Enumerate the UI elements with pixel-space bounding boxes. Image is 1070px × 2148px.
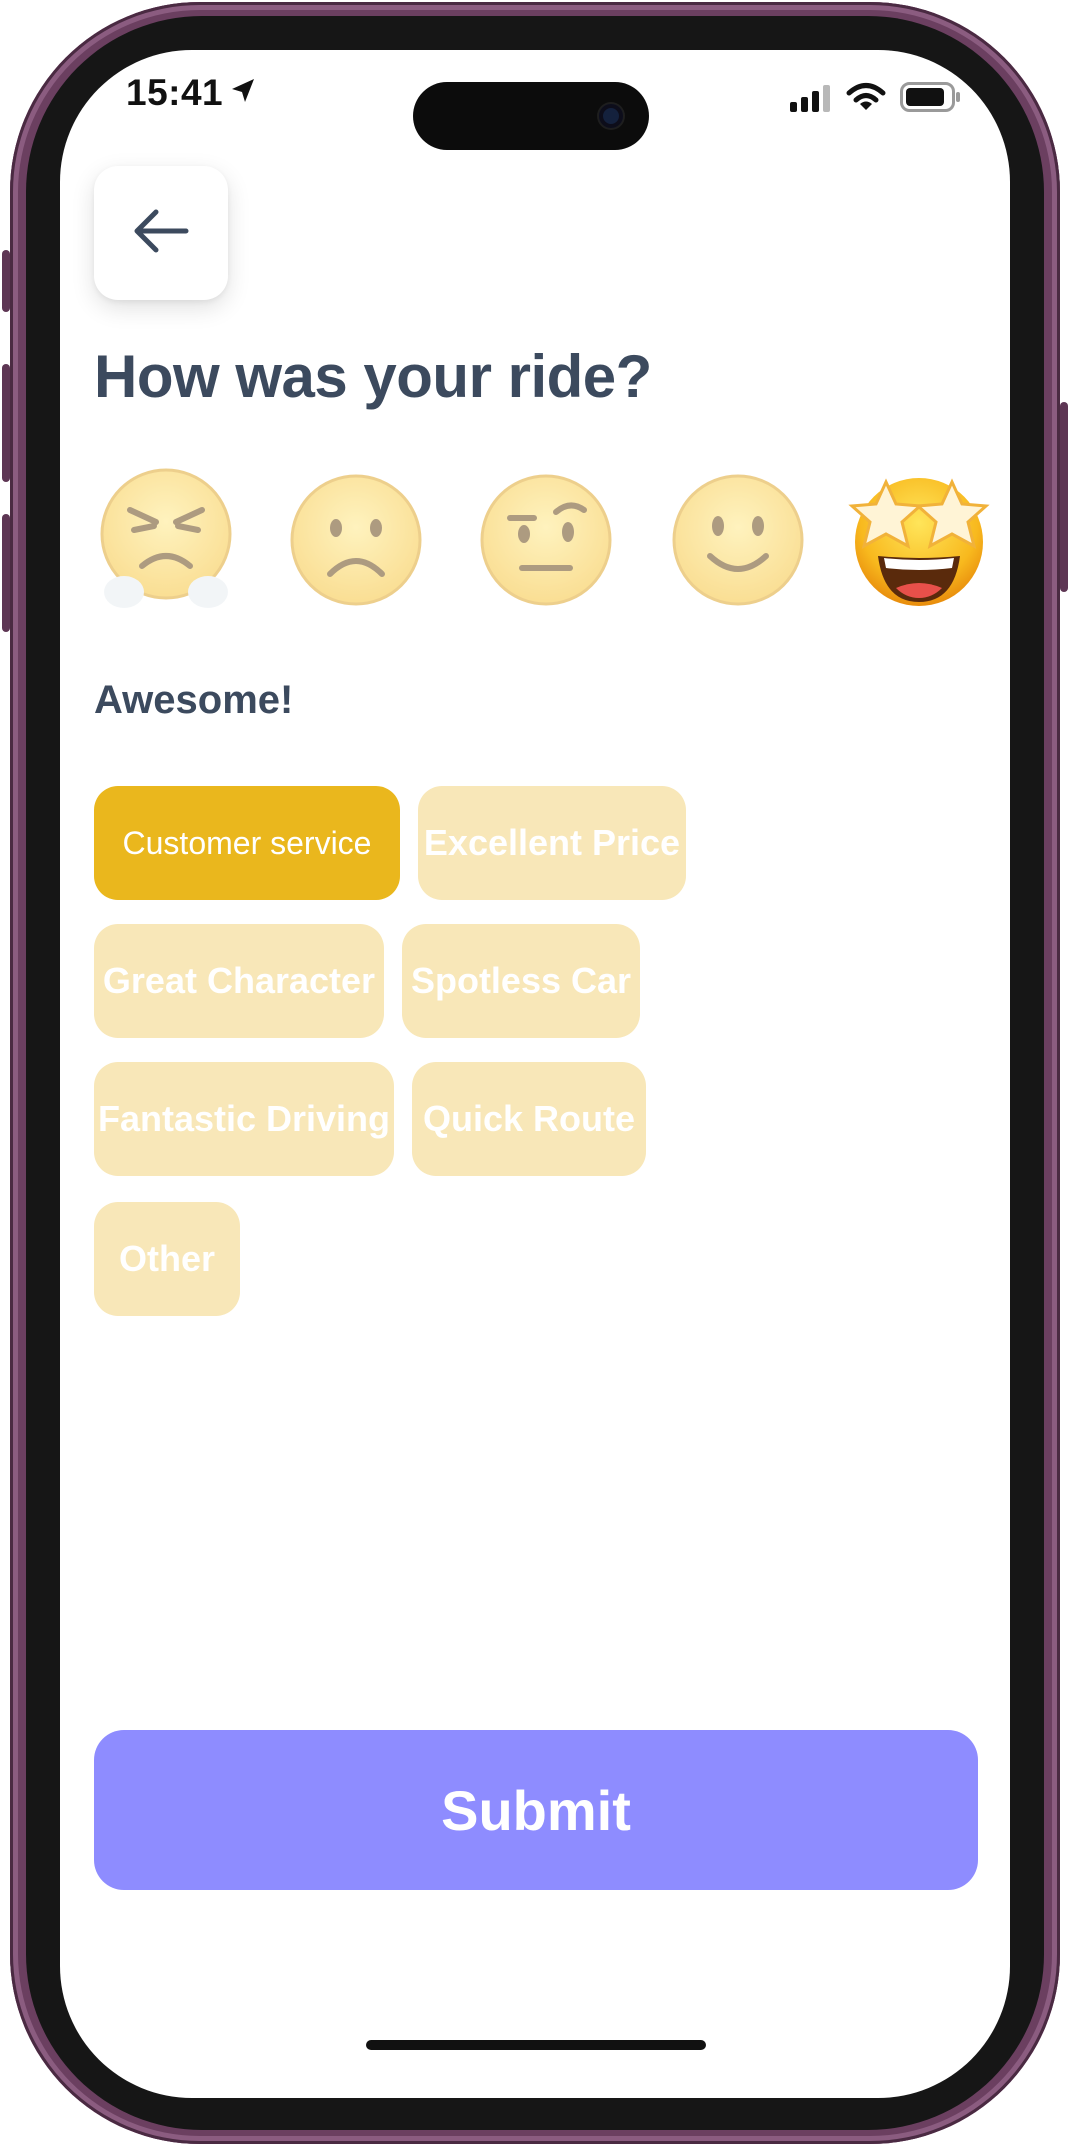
rating-selector <box>90 468 990 620</box>
location-arrow-icon <box>228 76 258 111</box>
rating-label: Awesome! <box>94 678 294 722</box>
slightly-smiling-face-icon <box>668 470 808 610</box>
power-button <box>1060 402 1068 592</box>
rating-option-1[interactable] <box>96 466 236 608</box>
status-time: 15:41 <box>126 72 224 113</box>
tag-chip-quick-route[interactable]: Quick Route <box>412 1062 646 1176</box>
volume-down-button <box>2 514 10 632</box>
tag-chip-fantastic-driving[interactable]: Fantastic Driving <box>94 1062 394 1176</box>
action-button <box>2 250 10 312</box>
tag-chip-other[interactable]: Other <box>94 1202 240 1316</box>
rating-option-4[interactable] <box>668 470 808 610</box>
tag-chip-great-character[interactable]: Great Character <box>94 924 384 1038</box>
volume-up-button <box>2 364 10 482</box>
back-button[interactable] <box>94 166 228 300</box>
frowning-face-icon <box>286 470 426 610</box>
page-title: How was your ride? <box>94 343 652 410</box>
rating-option-2[interactable] <box>286 470 426 610</box>
rating-option-3[interactable] <box>476 470 616 610</box>
wifi-icon <box>846 82 886 117</box>
submit-button[interactable]: Submit <box>94 1730 978 1890</box>
tag-chip-customer-service[interactable]: Customer service <box>94 786 400 900</box>
raised-eyebrow-face-icon <box>476 470 616 610</box>
front-camera <box>599 104 623 128</box>
tag-chip-spotless-car[interactable]: Spotless Car <box>402 924 640 1038</box>
rating-option-5[interactable] <box>844 464 990 606</box>
star-struck-face-icon <box>844 464 990 614</box>
dynamic-island <box>413 82 649 150</box>
battery-icon <box>900 82 962 117</box>
app-screen: 15:41 How was your ride? Awesome! Custom… <box>60 50 1010 2098</box>
angry-face-icon <box>96 466 236 616</box>
arrow-left-icon <box>132 208 190 259</box>
cellular-signal-icon <box>790 84 832 117</box>
home-indicator[interactable] <box>366 2040 706 2050</box>
tag-chip-excellent-price[interactable]: Excellent Price <box>418 786 686 900</box>
status-indicators <box>790 82 962 117</box>
